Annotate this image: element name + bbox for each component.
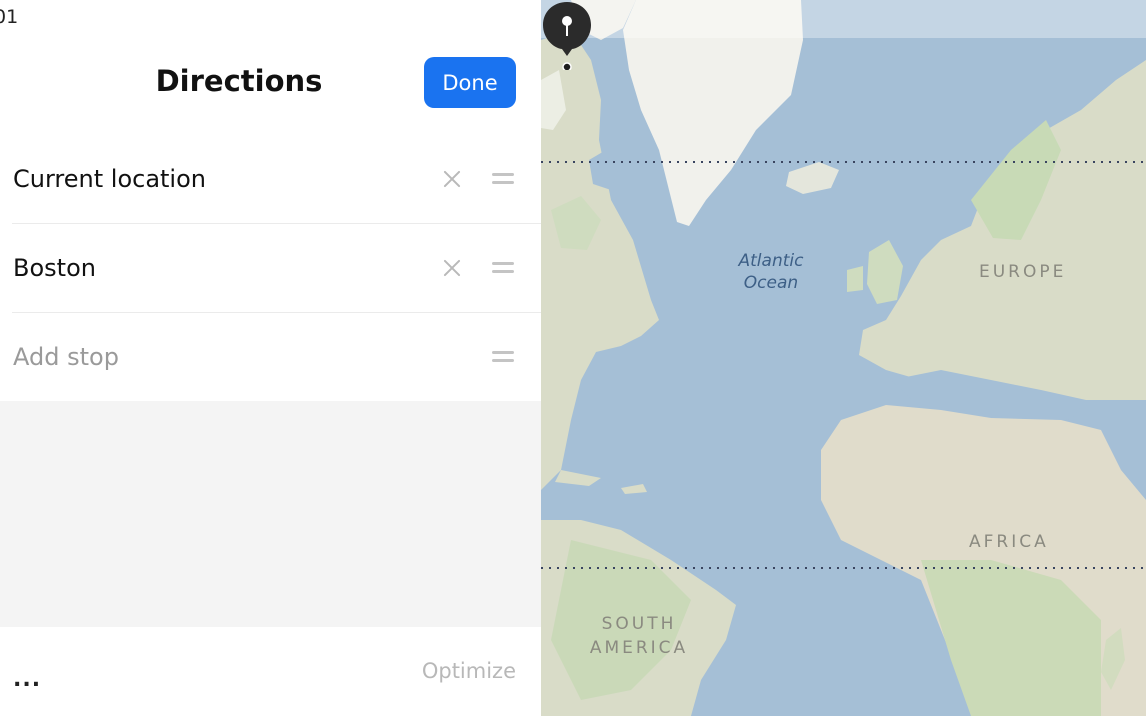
region-label-africa: AFRICA	[969, 532, 1049, 552]
map-basemap	[541, 0, 1146, 716]
add-stop-input[interactable]: Add stop	[13, 343, 119, 371]
drag-handle-icon[interactable]	[492, 350, 514, 364]
drag-handle-icon[interactable]	[492, 261, 514, 275]
clear-icon[interactable]	[440, 167, 464, 191]
map-top-overlay	[541, 0, 1146, 38]
divider	[0, 223, 12, 224]
region-label-south-america-1: SOUTH	[601, 614, 677, 634]
ocean-label-line: Ocean	[743, 273, 799, 293]
location-pin-icon[interactable]	[541, 0, 593, 70]
route-points-list: Current location Boston Add stop	[0, 135, 541, 401]
ocean-label: Atlantic Ocean	[731, 250, 811, 294]
route-point-from[interactable]: Current location	[0, 135, 541, 223]
route-point-to[interactable]: Boston	[0, 223, 541, 312]
panel-header: 01 Directions Done	[0, 0, 541, 135]
more-button[interactable]: ...	[13, 667, 41, 692]
route-point-label: Current location	[13, 165, 206, 193]
divider	[0, 312, 12, 313]
status-time: 01	[0, 6, 19, 28]
optimize-button[interactable]: Optimize	[422, 659, 516, 683]
region-label-south-america-2: AMERICA	[589, 638, 689, 658]
page-title: Directions	[155, 64, 323, 98]
done-button[interactable]: Done	[424, 57, 516, 108]
region-label-europe: EUROPE	[979, 262, 1067, 282]
directions-panel: 01 Directions Done Current location Bost…	[0, 0, 541, 716]
route-point-label: Boston	[13, 254, 96, 282]
ocean-label-line: Atlantic	[738, 251, 804, 271]
drag-handle-icon[interactable]	[492, 172, 514, 186]
panel-footer: ... Optimize	[0, 627, 541, 716]
clear-icon[interactable]	[440, 256, 464, 280]
add-stop-row[interactable]: Add stop	[0, 312, 541, 401]
map-view[interactable]: Atlantic Ocean EUROPE AFRICA SOUTH AMERI…	[541, 0, 1146, 716]
